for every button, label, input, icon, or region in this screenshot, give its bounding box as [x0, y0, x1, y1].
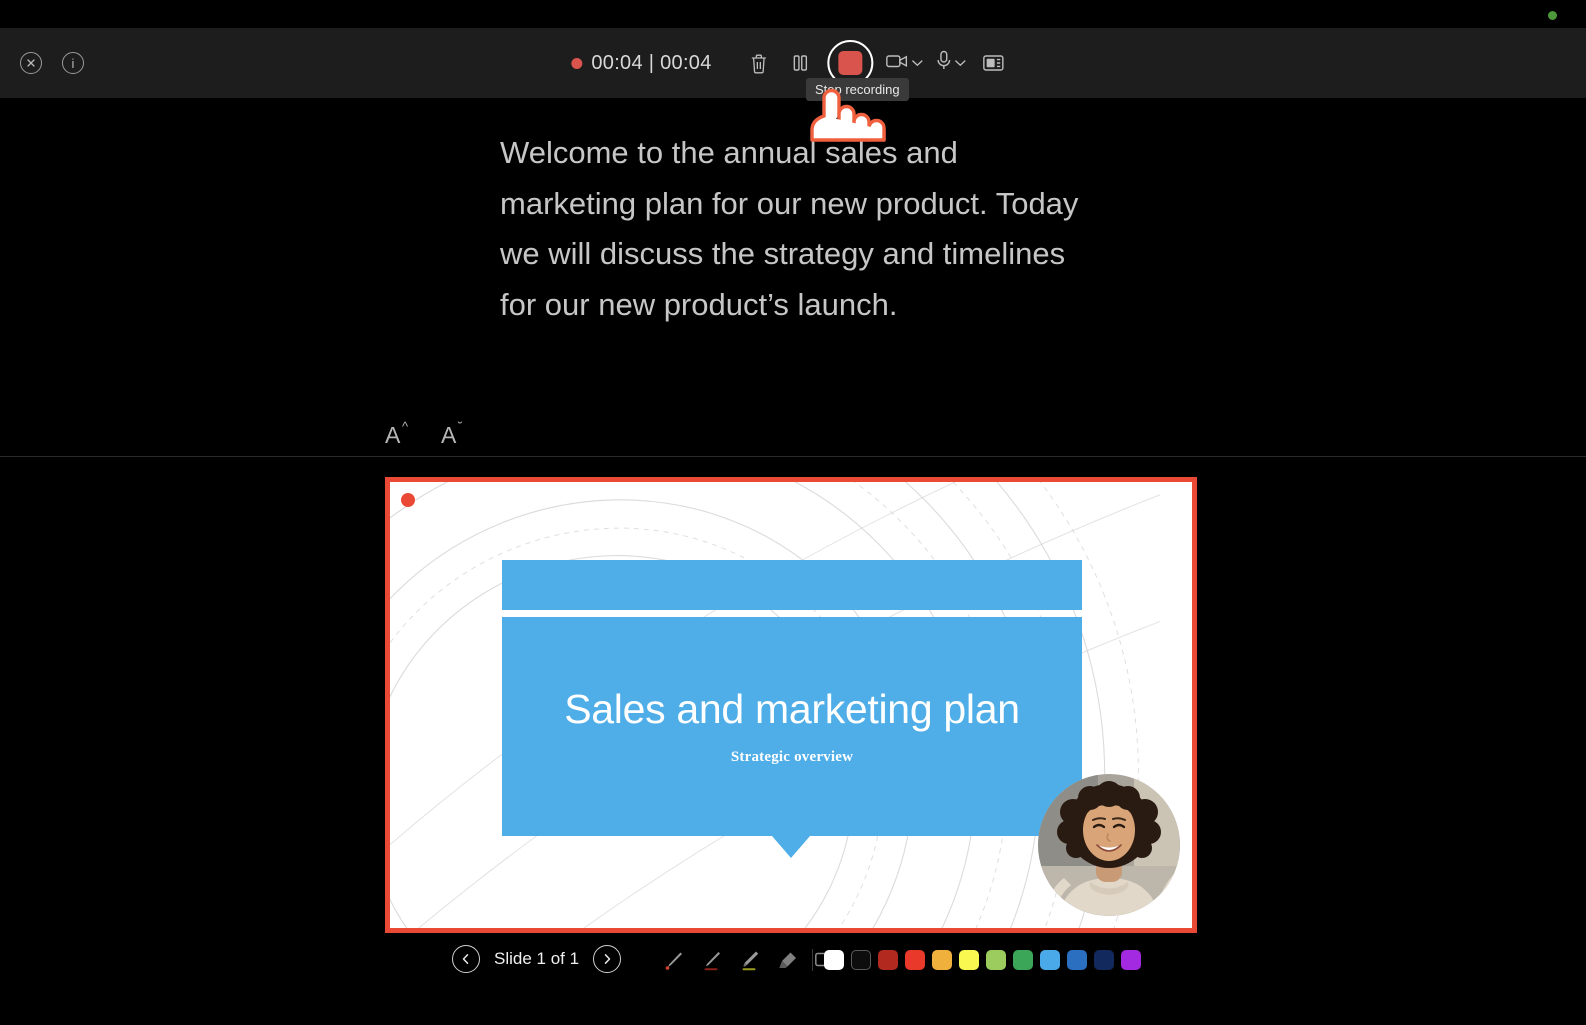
stop-square-icon — [838, 51, 863, 75]
window-top-strip — [0, 0, 1586, 28]
slide-counter: Slide 1 of 1 — [494, 949, 580, 968]
laser-pointer-tool[interactable] — [660, 947, 686, 973]
chevron-down-icon — [912, 59, 924, 67]
color-swatch-white[interactable] — [824, 950, 844, 970]
recording-app-window: i 00:04 | 00:04 Stop recording Welcome t… — [0, 0, 1586, 1025]
color-swatch-dark-red[interactable] — [878, 950, 898, 970]
highlighter-tool[interactable] — [736, 947, 762, 973]
slide-stage: Sales and marketing plan Strategic overv… — [0, 457, 1586, 937]
color-swatch-navy[interactable] — [1094, 950, 1114, 970]
color-swatch-light-green[interactable] — [986, 950, 1006, 970]
close-icon[interactable] — [20, 52, 42, 74]
color-swatch-green[interactable] — [1013, 950, 1033, 970]
color-swatch-light-blue[interactable] — [1040, 950, 1060, 970]
slide-navigation: Slide 1 of 1 — [452, 945, 622, 973]
color-swatch-yellow[interactable] — [959, 950, 979, 970]
color-swatch-purple[interactable] — [1121, 950, 1141, 970]
info-icon[interactable]: i — [62, 52, 84, 74]
color-swatch-orange[interactable] — [932, 950, 952, 970]
chevron-down-icon: ˘ — [458, 419, 463, 434]
webcam-bubble[interactable] — [1038, 774, 1180, 916]
slide-canvas[interactable]: Sales and marketing plan Strategic overv… — [390, 482, 1192, 928]
color-swatch-blue[interactable] — [1067, 950, 1087, 970]
slide-title-block: Sales and marketing plan Strategic overv… — [502, 617, 1082, 836]
color-swatch-black[interactable] — [851, 950, 871, 970]
slide-accent-pointer-icon — [772, 836, 810, 858]
info-icon-label: i — [71, 55, 75, 71]
toolbar-center-group: 00:04 | 00:04 — [571, 28, 1014, 98]
slide-subtitle: Strategic overview — [730, 749, 854, 766]
ink-color-palette — [812, 949, 1141, 971]
recording-toolbar: i 00:04 | 00:04 — [0, 28, 1586, 98]
decrease-font-size-label: A — [441, 422, 457, 448]
increase-font-size-button[interactable]: A ^ — [385, 418, 413, 448]
chevron-down-icon — [955, 59, 967, 67]
camera-active-indicator-icon — [1548, 11, 1557, 20]
previous-slide-button[interactable] — [452, 945, 480, 973]
pen-tool[interactable] — [698, 947, 724, 973]
teleprompter-panel: Welcome to the annual sales and marketin… — [0, 98, 1586, 456]
slide-accent-bar — [502, 560, 1082, 610]
microphone-icon — [936, 50, 953, 76]
teleprompter-script-text: Welcome to the annual sales and marketin… — [500, 135, 1079, 322]
recording-status-dot-icon — [571, 57, 583, 69]
slide-recording-indicator-icon — [401, 493, 415, 507]
font-size-controls: A ^ A ˘ — [385, 418, 469, 448]
toolbar-left-group: i — [20, 28, 84, 98]
presentation-bottom-bar: Slide 1 of 1 — [0, 937, 1586, 1025]
eraser-tool[interactable] — [774, 947, 800, 973]
delete-recording-button[interactable] — [738, 42, 780, 84]
increase-font-size-label: A — [385, 422, 401, 448]
next-slide-button[interactable] — [593, 945, 622, 973]
layout-view-button[interactable] — [973, 42, 1015, 84]
chevron-up-icon: ^ — [402, 419, 409, 434]
camera-icon — [886, 52, 910, 75]
decrease-font-size-button[interactable]: A ˘ — [441, 418, 469, 448]
color-swatch-red[interactable] — [905, 950, 925, 970]
slide-title: Sales and marketing plan — [564, 685, 1020, 732]
microphone-device-selector[interactable] — [930, 50, 973, 76]
palette-separator — [812, 949, 813, 971]
slide-frame[interactable]: Sales and marketing plan Strategic overv… — [385, 477, 1197, 933]
camera-device-selector[interactable] — [880, 52, 930, 75]
stop-recording-tooltip: Stop recording — [806, 78, 909, 101]
recording-timer: 00:04 | 00:04 — [591, 51, 712, 74]
webcam-presenter-image — [1038, 774, 1180, 916]
